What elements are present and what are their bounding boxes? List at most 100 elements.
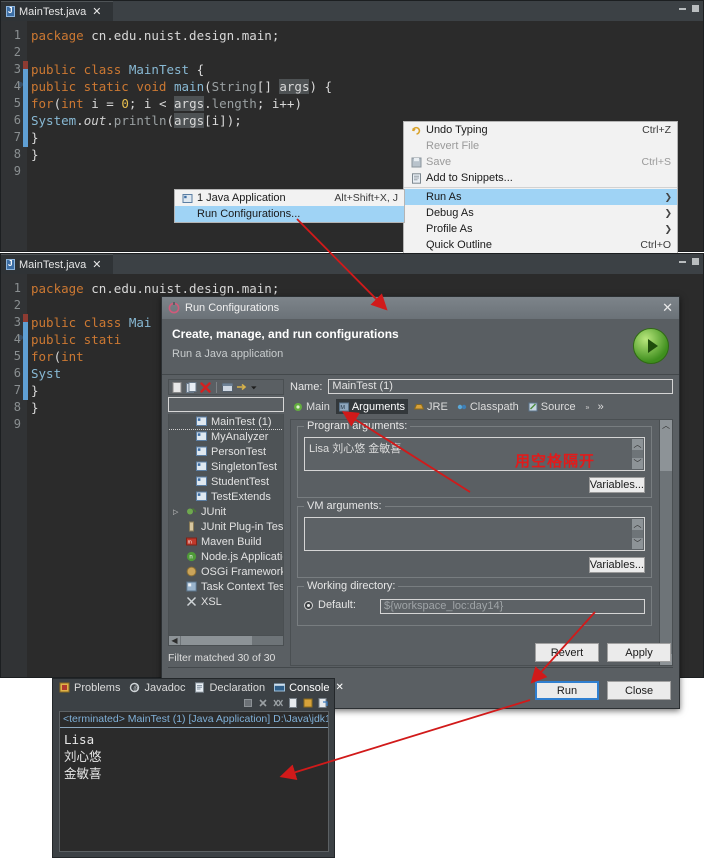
run-button[interactable]: Run — [535, 681, 599, 700]
vm-arguments-textarea[interactable]: ︿ ﹀ — [304, 517, 645, 551]
tab-main[interactable]: Main — [290, 399, 333, 414]
gutter-selection-bar — [23, 322, 28, 400]
editor-tab-maintest-bottom[interactable]: MainTest.java ✕ — [1, 254, 113, 274]
run-play-badge-icon — [633, 328, 669, 364]
vm-arguments-group: VM arguments: ︿ ﹀ Variables... — [297, 500, 652, 578]
console-output-area[interactable]: <terminated> MainTest (1) [Java Applicat… — [59, 711, 329, 852]
configurations-tree[interactable]: MainTest (1) MyAnalyzer PersonTest Singleto… — [168, 414, 284, 646]
new-config-icon[interactable] — [172, 381, 183, 393]
scroll-thumb[interactable] — [181, 636, 252, 645]
maven-icon: m — [185, 536, 197, 548]
remove-all-icon[interactable] — [273, 698, 283, 708]
console-tab-declaration[interactable]: Declaration — [194, 682, 265, 694]
scroll-up-icon[interactable]: ︿ — [632, 439, 643, 450]
tab-arguments[interactable]: M Arguments — [335, 399, 409, 414]
context-menu-item-save: Save Ctrl+S — [404, 154, 677, 170]
delete-icon[interactable] — [200, 381, 211, 393]
tree-item-singletontest[interactable]: SingletonTest — [169, 459, 283, 474]
maximize-icon[interactable] — [692, 258, 699, 265]
scroll-left-icon[interactable]: ◀ — [169, 636, 180, 645]
arguments-vertical-scrollbar[interactable]: ︿ ﹀ — [659, 420, 672, 665]
scroll-thumb[interactable] — [660, 431, 672, 471]
new-console-icon[interactable] — [288, 697, 298, 708]
tree-item-maintest-1[interactable]: MainTest (1) — [169, 414, 283, 430]
console-tab-console[interactable]: Console ✕ — [274, 682, 344, 694]
context-menu-item-add-to-snippets[interactable]: Add to Snippets... — [404, 170, 677, 186]
context-menu-item-quick-outline[interactable]: Quick Outline Ctrl+O — [404, 237, 677, 253]
close-icon[interactable]: ✕ — [335, 682, 343, 693]
scroll-down-icon[interactable]: ﹀ — [632, 538, 643, 549]
dropdown-arrow-icon[interactable] — [250, 382, 258, 393]
scroll-up-icon[interactable]: ︿ — [660, 420, 672, 431]
open-console-icon[interactable] — [318, 697, 328, 708]
close-icon[interactable]: ✕ — [662, 300, 673, 316]
code-token: public class — [31, 315, 129, 330]
tree-item-task-context-test[interactable]: Task Context Test — [169, 579, 283, 594]
editor-tab-maintest-top[interactable]: MainTest.java ✕ — [1, 1, 113, 21]
context-menu-item-undo-typing[interactable]: Undo Typing Ctrl+Z — [404, 122, 677, 138]
run-as-item-run-configurations[interactable]: Run Configurations... — [175, 206, 404, 222]
minimize-icon[interactable] — [679, 260, 686, 263]
working-directory-input[interactable]: ${workspace_loc:day14} — [380, 599, 645, 614]
collapse-all-icon[interactable] — [222, 382, 233, 393]
minimize-icon[interactable] — [679, 7, 686, 10]
tab--[interactable]: »» — [582, 399, 607, 414]
console-panel-tabs: Problems @ Javadoc Declaration Console ✕ — [53, 679, 344, 696]
run-as-accelerator: Alt+Shift+X, J — [334, 192, 398, 204]
context-menu-item-debug-as[interactable]: Debug As ❯ — [404, 205, 677, 221]
tree-expander-icon[interactable]: ▷ — [173, 508, 178, 516]
scroll-down-icon[interactable]: ﹀ — [632, 458, 643, 469]
terminate-icon[interactable] — [243, 698, 253, 708]
close-icon[interactable]: ✕ — [92, 258, 101, 271]
vm-args-scrollbar[interactable]: ︿ ﹀ — [632, 519, 643, 549]
tree-horizontal-scrollbar[interactable]: ◀ — [168, 635, 284, 646]
remove-launch-icon[interactable] — [258, 698, 268, 708]
tree-item-osgi-framework[interactable]: OSGi Framework — [169, 564, 283, 579]
close-button[interactable]: Close — [607, 681, 671, 700]
no-icon — [408, 190, 424, 204]
tree-item-maven-build[interactable]: m Maven Build — [169, 534, 283, 549]
tree-item-node-js-application[interactable]: n Node.js Application — [169, 549, 283, 564]
dialog-titlebar[interactable]: Run Configurations ✕ — [162, 297, 679, 319]
tab-jre[interactable]: JRE — [411, 399, 451, 414]
tree-item-xsl[interactable]: XSL — [169, 594, 283, 609]
default-radio-row[interactable]: Default: — [304, 599, 356, 611]
tree-item-persontest[interactable]: PersonTest — [169, 444, 283, 459]
run-as-submenu[interactable]: 1 Java Application Alt+Shift+X, J Run Conf… — [174, 189, 405, 223]
svg-text:n: n — [189, 555, 192, 561]
pin-icon[interactable] — [303, 698, 313, 708]
duplicate-icon[interactable] — [186, 381, 197, 393]
vm-args-variables-button[interactable]: Variables... — [588, 557, 645, 573]
code-token: ( — [204, 79, 212, 94]
tab-source[interactable]: Source — [525, 399, 579, 414]
default-radio-button[interactable] — [304, 600, 313, 610]
tree-item-testextends[interactable]: TestExtends — [169, 489, 283, 504]
context-menu-item-profile-as[interactable]: Profile As ❯ — [404, 221, 677, 237]
tab-classpath[interactable]: Classpath — [454, 399, 522, 414]
junit-plugin-icon — [185, 521, 197, 533]
console-tab-javadoc[interactable]: @ Javadoc — [129, 682, 185, 694]
close-icon[interactable]: ✕ — [92, 5, 101, 18]
revert-button[interactable]: Revert — [535, 643, 599, 662]
context-menu-item-run-as[interactable]: Run As ❯ — [404, 189, 677, 205]
tree-item-myanalyzer[interactable]: MyAnalyzer — [169, 429, 283, 444]
program-args-scrollbar[interactable]: ︿ ﹀ — [632, 439, 643, 469]
tree-item-studenttest[interactable]: StudentTest — [169, 474, 283, 489]
code-token: ; i < — [128, 96, 175, 111]
scroll-up-icon[interactable]: ︿ — [632, 519, 643, 530]
console-tab-problems[interactable]: Problems — [59, 682, 120, 694]
maximize-icon[interactable] — [692, 5, 699, 12]
filter-icon[interactable] — [236, 382, 247, 393]
working-directory-label: Working directory: — [304, 580, 399, 592]
name-input[interactable]: MainTest (1) — [328, 379, 673, 394]
line-number: 5 — [13, 349, 21, 363]
editor-context-menu[interactable]: Undo Typing Ctrl+Z Revert File Save Ctrl+S Ad… — [403, 121, 678, 254]
gutter-change-marker — [23, 61, 28, 69]
program-args-variables-button[interactable]: Variables... — [588, 477, 645, 493]
tree-item-junit-plug-in-test[interactable]: JUnit Plug-in Test — [169, 519, 283, 534]
tree-item-junit[interactable]: ▷ JUnit — [169, 504, 283, 519]
run-as-item-1-java-application[interactable]: 1 Java Application Alt+Shift+X, J — [175, 190, 404, 206]
apply-button[interactable]: Apply — [607, 643, 671, 662]
filter-input[interactable] — [168, 397, 284, 412]
code-token: args — [174, 113, 205, 128]
